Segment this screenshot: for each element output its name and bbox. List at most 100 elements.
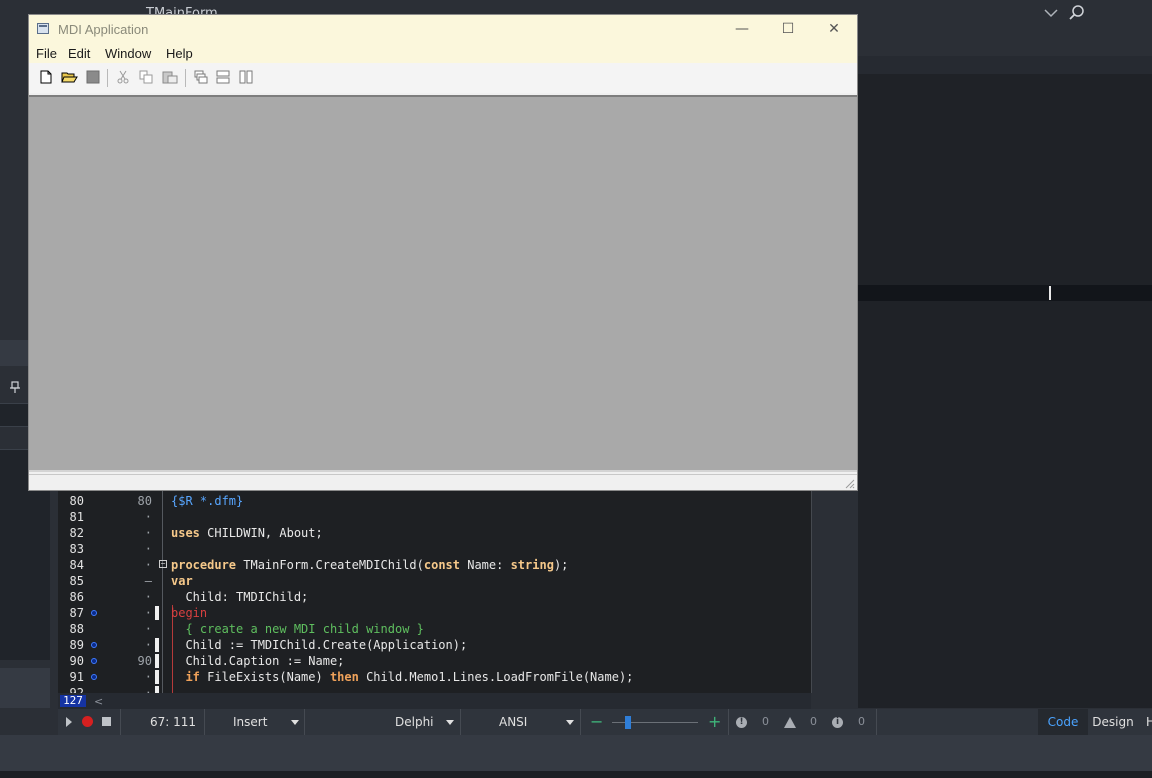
editor-footer-row: 127 < — [58, 693, 811, 709]
code-line: 87 · begin — [58, 605, 811, 621]
code-editor[interactable]: 80 80 {$R *.dfm} 81 · 82 · uses CHILDWIN… — [58, 491, 812, 693]
menu-edit[interactable]: Edit — [68, 44, 90, 63]
error-icon[interactable]: ! — [736, 717, 747, 728]
code-line: 86 · Child: TMDIChild; — [58, 589, 811, 605]
resize-grip-icon[interactable] — [843, 477, 855, 489]
code-line: 90 90 Child.Caption := Name; — [58, 653, 811, 669]
gutter-mark: · — [144, 542, 152, 556]
menu-help[interactable]: Help — [166, 44, 193, 63]
gutter-mark: 90 — [137, 654, 152, 668]
code-text: uses CHILDWIN, About; — [171, 526, 323, 540]
gutter-mark: – — [144, 574, 152, 588]
stop-icon[interactable] — [102, 717, 111, 726]
save-icon[interactable] — [86, 70, 100, 84]
line-number: 82 — [69, 526, 84, 540]
gutter-mark: · — [144, 510, 152, 524]
change-bar — [155, 638, 159, 652]
chevron-down-icon[interactable] — [1044, 8, 1058, 18]
chevron-down-icon[interactable] — [566, 720, 574, 725]
warning-icon[interactable] — [784, 717, 796, 728]
fold-collapse-icon[interactable]: − — [159, 560, 167, 568]
code-line: 92 · — [58, 685, 811, 693]
gutter-mark: · — [144, 590, 152, 604]
warning-count: 0 — [810, 715, 817, 728]
menu-file[interactable]: File — [36, 44, 57, 63]
left-panel-row[interactable] — [0, 403, 28, 427]
tile-vertical-icon[interactable] — [239, 70, 253, 84]
line-number: 84 — [69, 558, 84, 572]
menu-window[interactable]: Window — [105, 44, 151, 63]
code-text: begin — [171, 606, 208, 620]
code-line: 91 · if FileExists(Name) then Child.Memo… — [58, 669, 811, 685]
tab-history[interactable]: H — [1146, 709, 1152, 735]
pin-icon[interactable] — [8, 380, 22, 394]
line-number: 85 — [69, 574, 84, 588]
gutter-mark: · — [144, 622, 152, 636]
code-text: Child := TMDIChild.Create(Application); — [171, 638, 468, 652]
breakpoint-marker-icon[interactable] — [91, 658, 97, 664]
maximize-button[interactable]: ☐ — [765, 15, 811, 44]
cascade-icon[interactable] — [194, 70, 208, 84]
line-number: 89 — [69, 638, 84, 652]
status-separator — [728, 709, 729, 735]
open-folder-icon[interactable] — [61, 70, 78, 84]
status-separator — [304, 709, 305, 735]
text-caret — [1049, 286, 1051, 300]
breakpoint-marker-icon[interactable] — [91, 610, 97, 616]
left-panel-row[interactable] — [0, 449, 28, 471]
menu-bar: File Edit Window Help — [29, 44, 857, 63]
gutter-mark: · — [144, 638, 152, 652]
status-separator — [876, 709, 877, 735]
hint-count: 0 — [858, 715, 865, 728]
tab-code[interactable]: Code — [1038, 709, 1088, 735]
gutter-mark: · — [144, 606, 152, 620]
scroll-left-icon[interactable]: < — [94, 695, 103, 708]
cut-icon[interactable] — [116, 70, 130, 84]
change-bar — [155, 654, 159, 668]
tile-horizontal-icon[interactable] — [216, 70, 230, 84]
error-count: 0 — [762, 715, 769, 728]
ide-bottom-edge — [0, 771, 1152, 778]
breakpoint-marker-icon[interactable] — [91, 642, 97, 648]
close-button[interactable]: ✕ — [811, 15, 857, 44]
change-bar — [155, 670, 159, 684]
gutter-mark: · — [144, 558, 152, 572]
code-text: { create a new MDI child window } — [171, 622, 424, 636]
minimize-button[interactable]: — — [719, 15, 765, 44]
gutter-mark: 80 — [137, 494, 152, 508]
play-icon[interactable] — [66, 717, 72, 727]
mdi-application-window[interactable]: MDI Application — ☐ ✕ File Edit Window H… — [28, 14, 858, 491]
chevron-down-icon[interactable] — [291, 720, 299, 725]
editor-area[interactable] — [858, 74, 1152, 708]
status-separator — [580, 709, 581, 735]
code-text: if FileExists(Name) then Child.Memo1.Lin… — [185, 670, 634, 684]
record-macro-icon[interactable] — [82, 716, 93, 727]
copy-icon[interactable] — [139, 70, 153, 84]
window-title-bar[interactable]: MDI Application — ☐ ✕ — [29, 15, 857, 44]
encoding-selector[interactable]: ANSI — [499, 709, 527, 735]
info-icon[interactable]: i — [832, 717, 843, 728]
zoom-out-button[interactable]: − — [590, 709, 603, 735]
mdi-client-area[interactable] — [29, 95, 857, 472]
toolbar — [29, 63, 857, 93]
zoom-slider-thumb[interactable] — [625, 716, 631, 729]
change-bar — [155, 606, 159, 620]
zoom-in-button[interactable]: + — [708, 709, 721, 735]
cursor-position: 67: 111 — [150, 715, 197, 729]
toolbar-separator — [107, 69, 108, 87]
gutter-mark: · — [144, 686, 152, 693]
search-icon[interactable] — [1068, 4, 1086, 22]
tab-design[interactable]: Design — [1088, 709, 1138, 735]
code-text: procedure TMainForm.CreateMDIChild(const… — [171, 558, 569, 572]
chevron-down-icon[interactable] — [446, 720, 454, 725]
language-selector[interactable]: Delphi — [395, 709, 434, 735]
code-text: var — [171, 574, 193, 588]
breakpoint-marker-icon[interactable] — [91, 674, 97, 680]
paste-icon[interactable] — [162, 70, 178, 84]
window-status-bar — [29, 474, 857, 490]
line-number: 88 — [69, 622, 84, 636]
new-file-icon[interactable] — [39, 70, 53, 84]
insert-mode[interactable]: Insert — [233, 709, 267, 735]
line-number: 83 — [69, 542, 84, 556]
line-number: 92 — [69, 686, 84, 693]
